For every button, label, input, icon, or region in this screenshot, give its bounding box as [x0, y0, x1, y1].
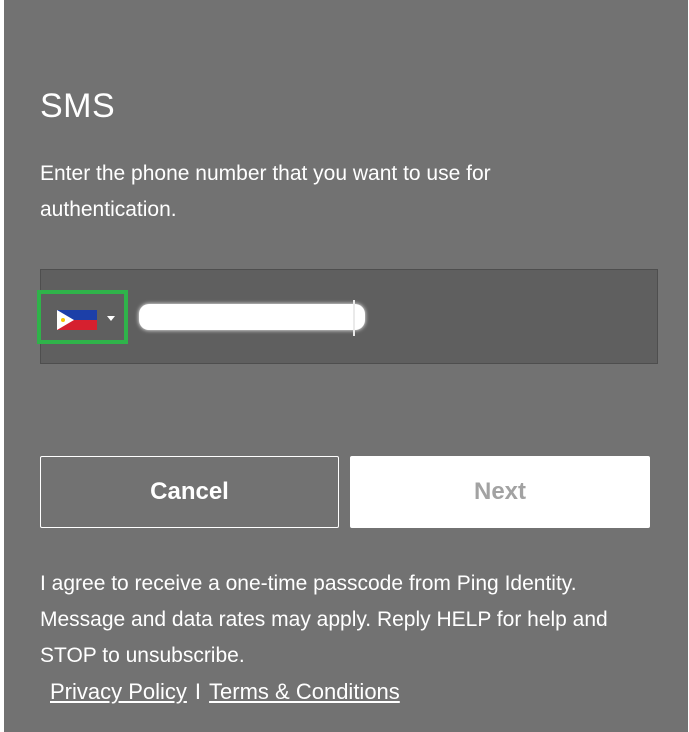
text-cursor [353, 300, 355, 336]
link-separator: I [194, 679, 202, 704]
redaction-mark [139, 304, 365, 330]
terms-conditions-link[interactable]: Terms & Conditions [209, 679, 400, 704]
next-button[interactable]: Next [350, 456, 650, 528]
page-title: SMS [40, 87, 116, 125]
footer-links: Privacy Policy I Terms & Conditions [50, 674, 400, 710]
cancel-button[interactable]: Cancel [40, 456, 339, 528]
phone-field[interactable] [37, 269, 658, 364]
instruction-text: Enter the phone number that you want to … [40, 162, 491, 221]
philippines-flag-icon [57, 310, 97, 330]
privacy-policy-link[interactable]: Privacy Policy [50, 679, 187, 704]
chevron-down-icon [107, 316, 115, 321]
country-selector[interactable] [37, 290, 128, 344]
consent-text: I agree to receive a one-time passcode f… [40, 572, 608, 667]
sms-panel: SMS Enter the phone number that you want… [4, 0, 688, 732]
